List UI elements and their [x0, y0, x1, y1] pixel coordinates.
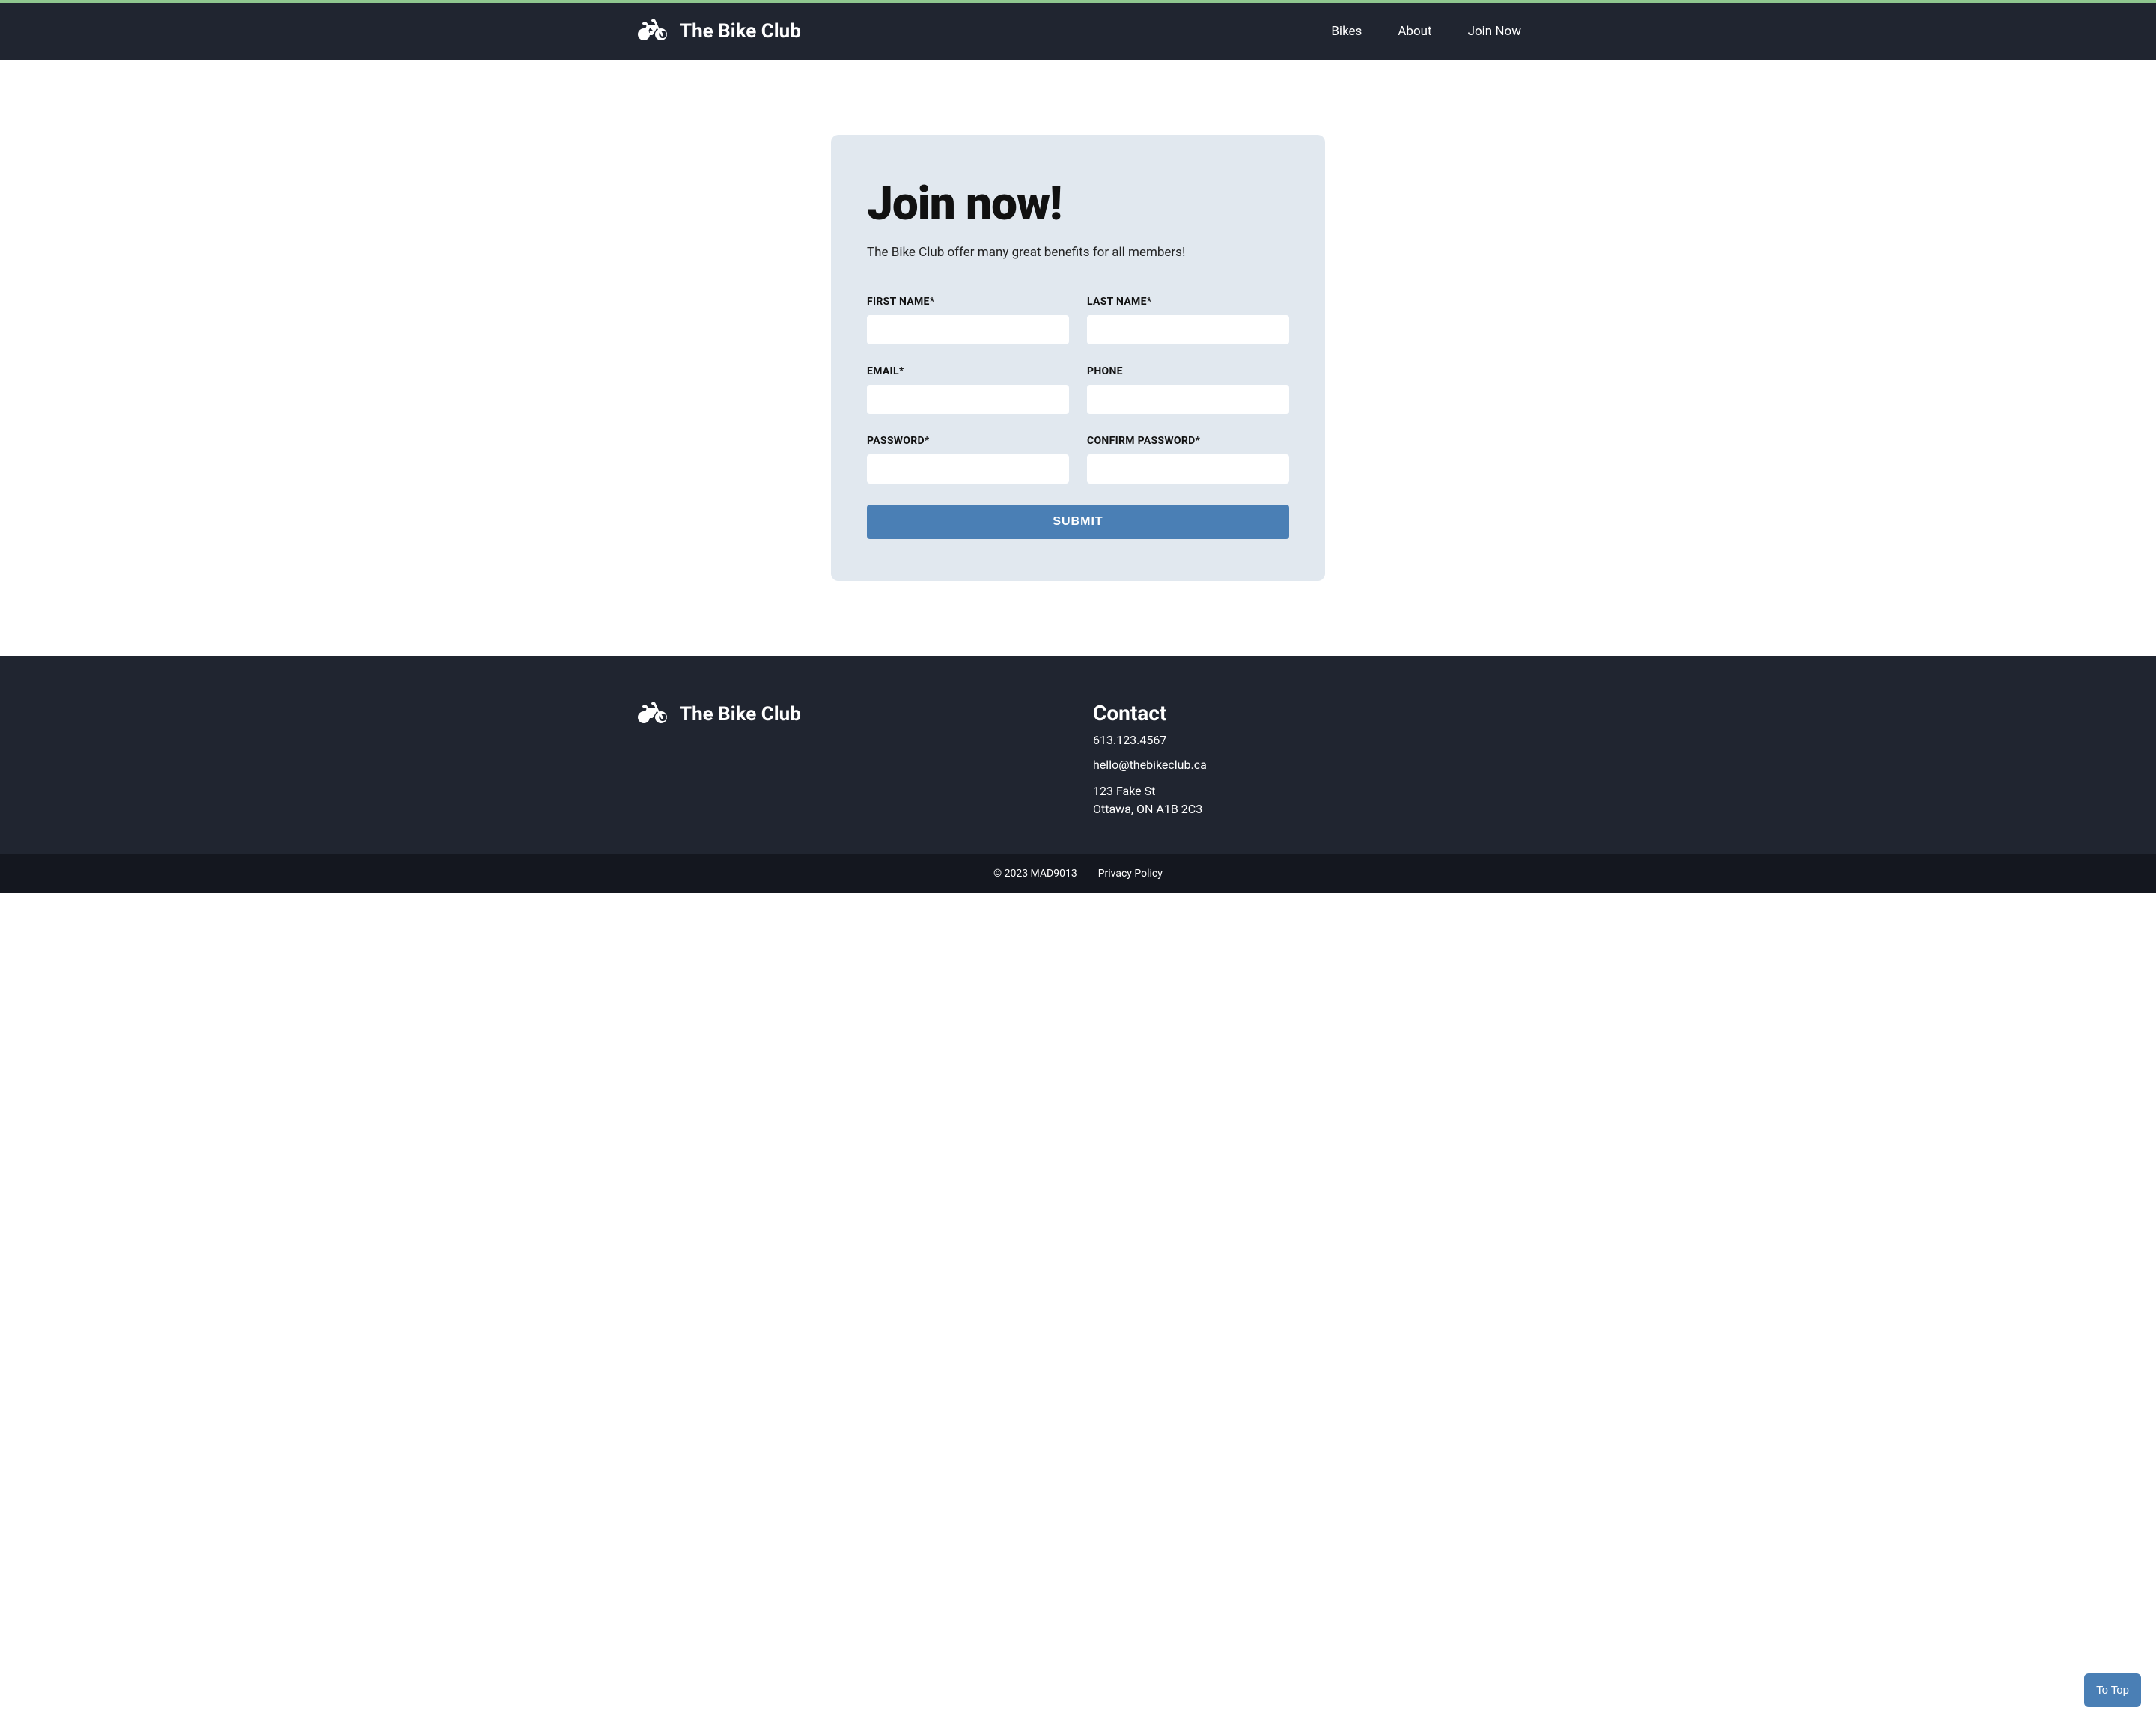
site-header: The Bike Club Bikes About Join Now: [0, 3, 2156, 60]
header-logo-text: The Bike Club: [680, 20, 801, 43]
confirm-password-field-group: CONFIRM PASSWORD*: [1087, 435, 1289, 484]
footer-bottom-bar: © 2023 MAD9013 Privacy Policy: [0, 854, 2156, 893]
privacy-policy-link[interactable]: Privacy Policy: [1098, 868, 1163, 880]
last-name-label: LAST NAME*: [1087, 296, 1289, 308]
bike-icon: [635, 701, 671, 728]
password-field-group: PASSWORD*: [867, 435, 1069, 484]
password-input[interactable]: [867, 454, 1069, 484]
contact-phone[interactable]: 613.123.4567: [1093, 733, 1521, 747]
contact-email[interactable]: hello@thebikeclub.ca: [1093, 758, 1521, 772]
contact-heading: Contact: [1093, 701, 1521, 725]
copyright-text: © 2023 MAD9013: [993, 868, 1077, 880]
confirm-password-input[interactable]: [1087, 454, 1289, 484]
main-content: Join now! The Bike Club offer many great…: [0, 60, 2156, 656]
nav-item-about[interactable]: About: [1398, 24, 1431, 39]
to-top-button[interactable]: To Top: [2084, 1673, 2141, 1707]
phone-input[interactable]: [1087, 385, 1289, 414]
first-name-label: FIRST NAME*: [867, 296, 1069, 308]
last-name-field-group: LAST NAME*: [1087, 296, 1289, 344]
contact-section: Contact 613.123.4567 hello@thebikeclub.c…: [1093, 701, 1521, 818]
password-label: PASSWORD*: [867, 435, 1069, 447]
email-input[interactable]: [867, 385, 1069, 414]
bike-icon: [635, 18, 671, 45]
footer-logo-section: The Bike Club: [635, 701, 1063, 818]
address-line-2: Ottawa, ON A1B 2C3: [1093, 800, 1521, 818]
header-logo[interactable]: The Bike Club: [635, 18, 801, 45]
footer-logo-text: The Bike Club: [680, 703, 801, 725]
phone-label: PHONE: [1087, 365, 1289, 377]
first-name-field-group: FIRST NAME*: [867, 296, 1069, 344]
email-field-group: EMAIL*: [867, 365, 1069, 414]
email-label: EMAIL*: [867, 365, 1069, 377]
first-name-input[interactable]: [867, 315, 1069, 344]
main-nav: Bikes About Join Now: [1331, 24, 1521, 39]
footer-logo[interactable]: The Bike Club: [635, 701, 1063, 728]
confirm-password-label: CONFIRM PASSWORD*: [1087, 435, 1289, 447]
nav-item-bikes[interactable]: Bikes: [1331, 24, 1362, 39]
form-fields-grid: FIRST NAME* LAST NAME* EMAIL* PHONE PASS…: [867, 296, 1289, 484]
address-line-1: 123 Fake St: [1093, 782, 1521, 800]
phone-field-group: PHONE: [1087, 365, 1289, 414]
join-form-card: Join now! The Bike Club offer many great…: [831, 135, 1325, 581]
submit-button[interactable]: SUBMIT: [867, 505, 1289, 539]
nav-item-join-now[interactable]: Join Now: [1468, 24, 1521, 39]
contact-address: 123 Fake St Ottawa, ON A1B 2C3: [1093, 782, 1521, 818]
form-subtitle: The Bike Club offer many great benefits …: [867, 245, 1289, 260]
form-title: Join now!: [867, 177, 1289, 231]
last-name-input[interactable]: [1087, 315, 1289, 344]
site-footer: The Bike Club Contact 613.123.4567 hello…: [0, 656, 2156, 893]
